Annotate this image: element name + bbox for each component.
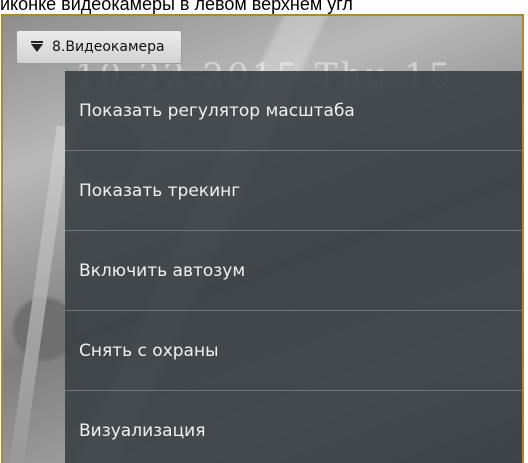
menu-item-label: Показать регулятор масштаба: [79, 100, 355, 121]
camera-window: 10-22-2015 Thu 15 8.Видеокамера Показать…: [1, 14, 524, 463]
menu-item-show-zoom-control[interactable]: Показать регулятор масштаба: [65, 71, 522, 151]
camera-title: 8.Видеокамера: [52, 39, 165, 55]
filter-icon: [31, 41, 43, 53]
menu-item-label: Визуализация: [79, 421, 206, 441]
menu-item-label: Включить автозум: [79, 260, 246, 281]
menu-item-label: Снять с охраны: [79, 340, 219, 361]
menu-item-label: Показать трекинг: [79, 180, 241, 201]
menu-item-show-tracking[interactable]: Показать трекинг: [65, 151, 522, 231]
camera-menu-button[interactable]: 8.Видеокамера: [16, 30, 182, 64]
menu-item-visualization[interactable]: Визуализация: [65, 391, 522, 463]
camera-context-menu: Показать регулятор масштаба Показать тре…: [65, 71, 522, 463]
menu-item-disarm[interactable]: Снять с охраны: [65, 311, 522, 391]
menu-item-enable-autozoom[interactable]: Включить автозум: [65, 231, 522, 311]
instruction-caption: иконке видеокамеры в левом верхнем угл: [0, 0, 353, 14]
